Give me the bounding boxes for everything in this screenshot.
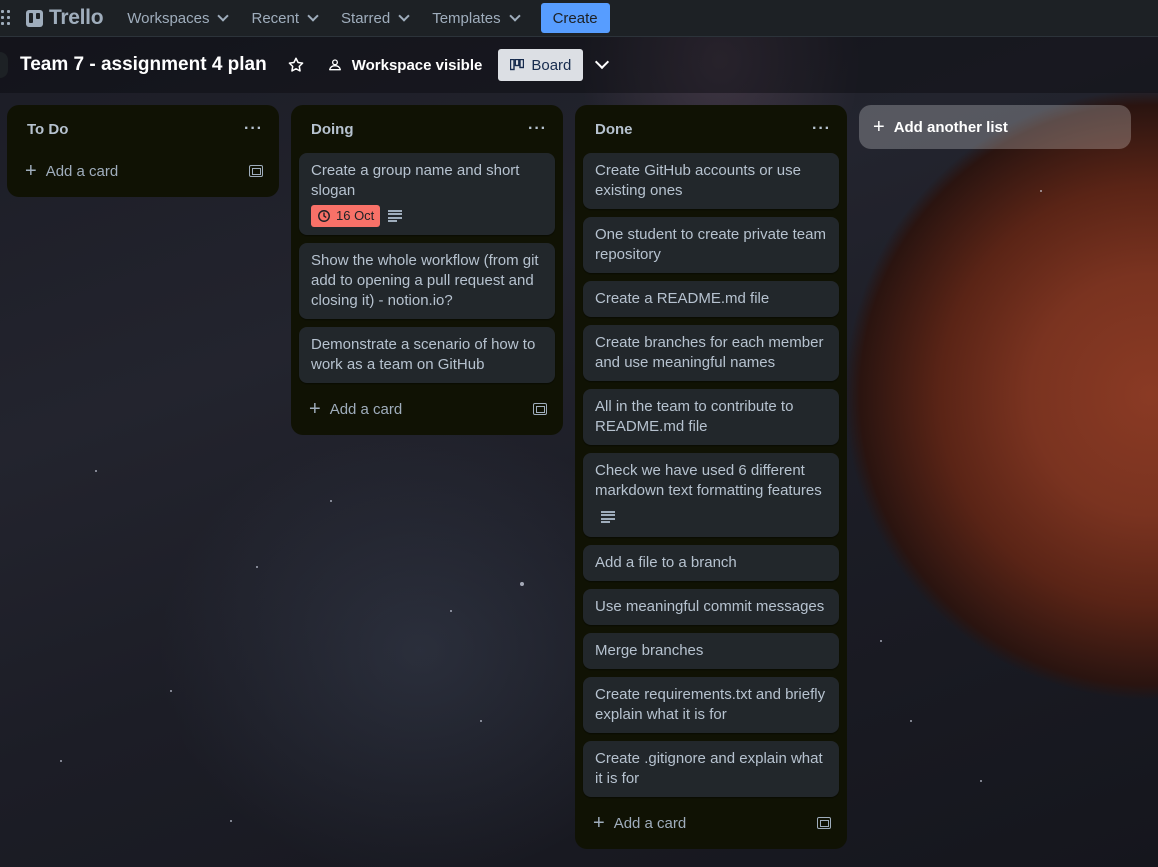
- due-date-label: 16 Oct: [336, 208, 375, 223]
- list-header: Doing ···: [299, 113, 555, 145]
- clock-icon: [318, 210, 330, 222]
- list-to-do: To Do ··· + Add a card: [7, 105, 279, 197]
- create-from-template-icon[interactable]: [249, 165, 263, 177]
- add-card-button[interactable]: + Add a card: [593, 813, 686, 833]
- card-title: Create a README.md file: [595, 290, 770, 307]
- card-title: Create a group name and short slogan: [311, 162, 520, 199]
- card[interactable]: Demonstrate a scenario of how to work as…: [299, 327, 555, 383]
- card-title: Demonstrate a scenario of how to work as…: [311, 336, 536, 373]
- card-title: One student to create private team repos…: [595, 226, 826, 263]
- list-done: Done ··· Create GitHub accounts or use e…: [575, 105, 847, 849]
- card-title: Create GitHub accounts or use existing o…: [595, 162, 801, 199]
- add-card-row: + Add a card: [299, 391, 555, 427]
- description-icon: [388, 210, 403, 222]
- due-date-badge[interactable]: 16 Oct: [311, 205, 381, 227]
- list-doing: Doing ··· Create a group name and short …: [291, 105, 563, 435]
- board-header: Team 7 - assignment 4 plan Workspace vis…: [0, 37, 1158, 93]
- people-icon: [328, 59, 341, 71]
- card[interactable]: Create branches for each member and use …: [583, 325, 839, 381]
- add-card-button[interactable]: + Add a card: [309, 399, 402, 419]
- nav-starred-label: Starred: [341, 9, 391, 27]
- add-card-label: Add a card: [613, 814, 687, 832]
- add-card-row: + Add a card: [15, 153, 271, 189]
- list-title[interactable]: Doing: [311, 121, 354, 138]
- card[interactable]: Merge branches: [583, 633, 839, 669]
- plus-icon: +: [25, 160, 37, 182]
- list-header: To Do ···: [15, 113, 271, 145]
- chevron-down-icon: [217, 9, 230, 22]
- chevron-down-icon: [508, 9, 521, 22]
- trello-logo[interactable]: Trello: [26, 6, 104, 30]
- add-card-button[interactable]: + Add a card: [25, 161, 118, 181]
- add-list-button[interactable]: + Add another list: [859, 105, 1131, 149]
- card-title: All in the team to contribute to README.…: [595, 398, 794, 435]
- add-list-label: Add another list: [893, 118, 1008, 136]
- visibility-label: Workspace visible: [351, 56, 483, 74]
- card[interactable]: All in the team to contribute to README.…: [583, 389, 839, 445]
- create-from-template-icon[interactable]: [817, 817, 831, 829]
- brand-name: Trello: [49, 6, 104, 29]
- card-badges: [595, 505, 827, 529]
- view-switcher-chevron-icon[interactable]: [595, 54, 610, 70]
- trello-logo-icon: [26, 9, 43, 27]
- card-title: Show the whole workflow (from git add to…: [311, 252, 539, 309]
- card[interactable]: Use meaningful commit messages: [583, 589, 839, 625]
- board-title[interactable]: Team 7 - assignment 4 plan: [20, 54, 267, 76]
- add-card-label: Add a card: [329, 400, 403, 418]
- card[interactable]: Add a file to a branch: [583, 545, 839, 581]
- plus-icon: +: [309, 398, 321, 420]
- card[interactable]: Create GitHub accounts or use existing o…: [583, 153, 839, 209]
- card[interactable]: One student to create private team repos…: [583, 217, 839, 273]
- chevron-down-icon: [398, 9, 410, 22]
- card-title: Create .gitignore and explain what it is…: [595, 750, 823, 787]
- list-menu-icon[interactable]: ···: [812, 120, 831, 138]
- card-title: Create requirements.txt and briefly expl…: [595, 686, 826, 723]
- card[interactable]: Check we have used 6 different markdown …: [583, 453, 839, 537]
- nav-templates[interactable]: Templates: [432, 9, 521, 27]
- nav-workspaces-label: Workspaces: [127, 9, 210, 27]
- list-title[interactable]: Done: [595, 121, 633, 138]
- nav-starred[interactable]: Starred: [341, 9, 410, 27]
- board-view-icon: [510, 59, 525, 71]
- nav-workspaces[interactable]: Workspaces: [127, 9, 230, 27]
- card-title: Add a file to a branch: [595, 554, 737, 571]
- list-header: Done ···: [583, 113, 839, 145]
- board-view-label: Board: [531, 56, 572, 74]
- plus-icon: +: [873, 116, 885, 138]
- plus-icon: +: [593, 812, 605, 834]
- card-title: Check we have used 6 different markdown …: [595, 462, 822, 499]
- card[interactable]: Create a README.md file: [583, 281, 839, 317]
- card-title: Merge branches: [595, 642, 704, 659]
- add-card-label: Add a card: [45, 162, 119, 180]
- card[interactable]: Create a group name and short slogan 16 …: [299, 153, 555, 235]
- top-navigation: Trello Workspaces Recent Starred Templat…: [0, 0, 1158, 37]
- visibility-button[interactable]: Workspace visible: [327, 56, 483, 74]
- card-title: Use meaningful commit messages: [595, 598, 825, 615]
- card[interactable]: Show the whole workflow (from git add to…: [299, 243, 555, 319]
- add-card-row: + Add a card: [583, 805, 839, 841]
- create-button[interactable]: Create: [540, 3, 610, 33]
- list-menu-icon[interactable]: ···: [244, 120, 263, 138]
- chevron-down-icon: [307, 9, 319, 22]
- nav-recent[interactable]: Recent: [251, 9, 319, 27]
- app-switcher-icon[interactable]: [0, 10, 14, 26]
- star-icon[interactable]: [287, 56, 305, 74]
- nav-recent-label: Recent: [251, 9, 300, 27]
- card-badges: 16 Oct: [311, 205, 543, 227]
- board-view-button[interactable]: Board: [498, 49, 584, 81]
- list-title[interactable]: To Do: [27, 121, 68, 138]
- card[interactable]: Create requirements.txt and briefly expl…: [583, 677, 839, 733]
- description-icon: [601, 511, 615, 523]
- create-from-template-icon[interactable]: [533, 403, 547, 415]
- sidebar-toggle[interactable]: [0, 52, 8, 78]
- card-title: Create branches for each member and use …: [595, 334, 824, 371]
- card[interactable]: Create .gitignore and explain what it is…: [583, 741, 839, 797]
- nav-templates-label: Templates: [432, 9, 501, 27]
- list-menu-icon[interactable]: ···: [528, 120, 547, 138]
